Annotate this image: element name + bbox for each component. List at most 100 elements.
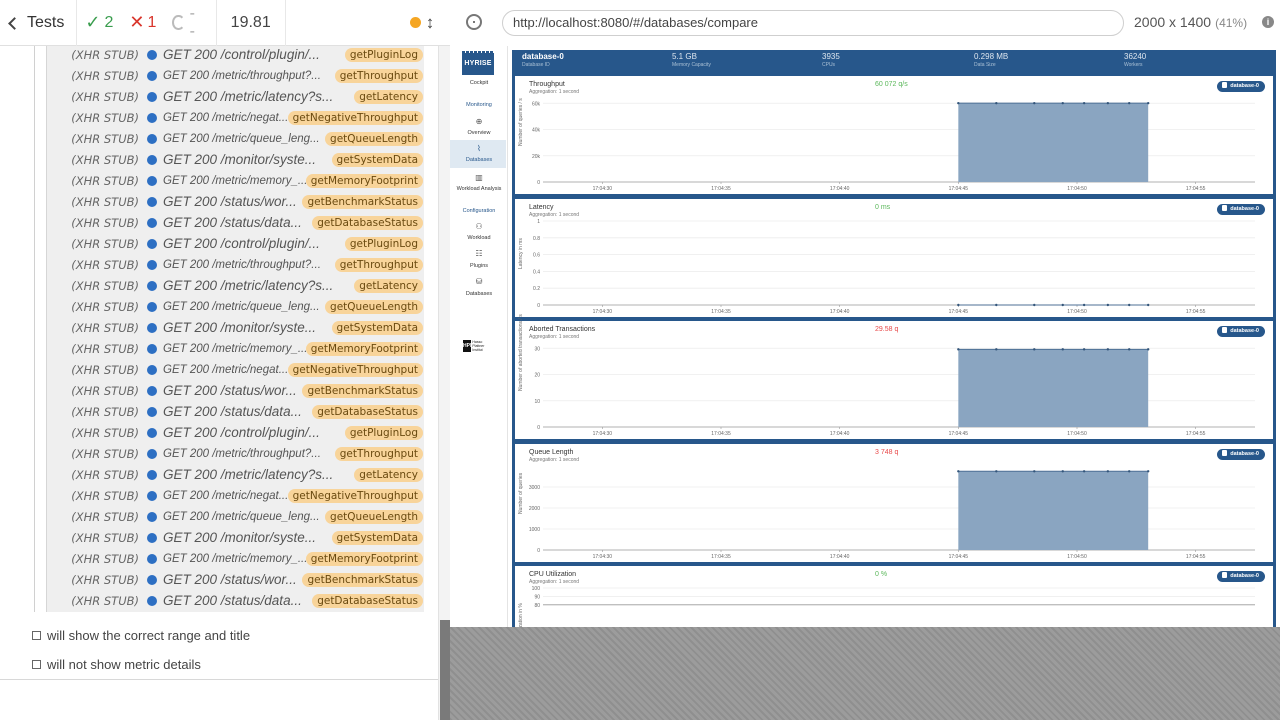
command-row[interactable]: (XHR STUB) GET 200 /metric/memory_... getM… (47, 338, 425, 359)
db-name: database-0 (522, 52, 564, 61)
xhr-stub-label: (XHR STUB) (71, 446, 139, 461)
command-row[interactable]: (XHR STUB) GET 200 /metric/negat... getNeg… (47, 359, 425, 380)
alias-badge[interactable]: getSystemData (331, 320, 423, 335)
alias-badge[interactable]: getLatency (354, 278, 423, 293)
alias-badge[interactable]: getNegativeThroughput (287, 110, 423, 125)
alias-badge[interactable]: getLatency (354, 467, 423, 482)
command-row[interactable]: (XHR STUB) GET 200 /metric/memory_... getM… (47, 170, 425, 191)
alias-badge[interactable]: getPluginLog (344, 425, 423, 440)
url-field[interactable]: http://localhost:8080/#/databases/compar… (502, 10, 1124, 36)
xhr-stub-label: (XHR STUB) (71, 488, 139, 503)
nav-overview[interactable]: Overview (450, 130, 508, 136)
command-row[interactable]: (XHR STUB) GET 200 /status/wor... getBench… (47, 380, 425, 401)
runner-scroll-area[interactable]: (XHR STUB) GET 200 /control/plugin/... get… (0, 0, 438, 720)
command-row[interactable]: (XHR STUB) GET 200 /metric/queue_leng... g… (47, 296, 425, 317)
command-row[interactable]: (XHR STUB) GET 200 /control/plugin/... get… (47, 233, 425, 254)
nav-workload[interactable]: Workload (450, 235, 508, 241)
request-message: GET 200 /metric/latency?s... (163, 89, 334, 104)
xhr-stub-label: (XHR STUB) (71, 320, 139, 335)
command-row[interactable]: (XHR STUB) GET 200 /metric/latency?s... ge… (47, 275, 425, 296)
alias-badge[interactable]: getPluginLog (344, 236, 423, 251)
xhr-stub-label: (XHR STUB) (71, 47, 139, 62)
db-memory-label: Memory Capacity (672, 62, 711, 68)
data-point (1061, 303, 1064, 306)
alias-badge[interactable]: getSystemData (331, 530, 423, 545)
command-row[interactable]: (XHR STUB) GET 200 /monitor/syste... getSy… (47, 317, 425, 338)
app-under-test-panel: http://localhost:8080/#/databases/compar… (450, 0, 1280, 720)
command-row[interactable]: (XHR STUB) GET 200 /metric/latency?s... ge… (47, 86, 425, 107)
runner-stats-bar: Tests ✓ 2 ✕ 1 -- 19.81 ↕ (0, 0, 477, 46)
hyrise-logo[interactable]: HYRISE (462, 53, 494, 75)
alias-badge[interactable]: getSystemData (331, 152, 423, 167)
xhr-stub-label: (XHR STUB) (71, 173, 139, 188)
scrollbar-thumb[interactable] (440, 620, 450, 720)
alias-badge[interactable]: getMemoryFootprint (305, 341, 423, 356)
alias-badge[interactable]: getBenchmarkStatus (302, 572, 423, 587)
command-row[interactable]: (XHR STUB) GET 200 /monitor/syste... getSy… (47, 149, 425, 170)
command-row[interactable]: (XHR STUB) GET 200 /metric/latency?s... ge… (47, 464, 425, 485)
command-row[interactable]: (XHR STUB) GET 200 /status/wor... getBench… (47, 569, 425, 590)
command-row[interactable]: (XHR STUB) GET 200 /status/data... getData… (47, 212, 425, 233)
chart-icon: ⌇ (477, 144, 481, 153)
alias-badge[interactable]: getNegativeThroughput (287, 488, 423, 503)
alias-badge[interactable]: getThroughput (334, 257, 423, 272)
alias-badge[interactable]: getPluginLog (344, 47, 423, 62)
nav-workload-analysis[interactable]: Workload Analysis (450, 186, 508, 192)
alias-badge[interactable]: getDatabaseStatus (312, 593, 423, 608)
alias-badge[interactable]: getMemoryFootprint (305, 173, 423, 188)
alias-badge[interactable]: getThroughput (334, 446, 423, 461)
command-row[interactable]: (XHR STUB) GET 200 /status/data... getData… (47, 401, 425, 422)
x-tick-label: 17:04:45 (949, 309, 969, 315)
runner-scrollbar[interactable] (438, 0, 450, 720)
xhr-stub-label: (XHR STUB) (71, 131, 139, 146)
command-row[interactable]: (XHR STUB) GET 200 /metric/throughput?...… (47, 65, 425, 86)
command-row[interactable]: (XHR STUB) GET 200 /metric/negat... getNeg… (47, 107, 425, 128)
alias-badge[interactable]: getMemoryFootprint (305, 551, 423, 566)
command-row[interactable]: (XHR STUB) GET 200 /monitor/syste... getSy… (47, 527, 425, 548)
command-row[interactable]: (XHR STUB) GET 200 /status/wor... getBench… (47, 191, 425, 212)
tests-back-button[interactable]: Tests (0, 0, 78, 46)
nav-databases[interactable]: Databases (450, 157, 508, 163)
alias-badge[interactable]: getThroughput (334, 68, 423, 83)
command-row[interactable]: (XHR STUB) GET 200 /metric/queue_leng... g… (47, 128, 425, 149)
y-tick-label: 20k (532, 154, 541, 160)
metric-chart: 0 10 20 30 17:04:30 17:04:35 17:04:40 17:04:45 1… (534, 346, 1255, 437)
command-row[interactable]: (XHR STUB) GET 200 /metric/throughput?...… (47, 254, 425, 275)
alias-badge[interactable]: getDatabaseStatus (312, 215, 423, 230)
xhr-stub-label: (XHR STUB) (71, 299, 139, 314)
alias-badge[interactable]: getNegativeThroughput (287, 362, 423, 377)
command-row[interactable]: (XHR STUB) GET 200 /status/data... getData… (47, 590, 425, 611)
y-tick-label: 1 (537, 219, 540, 225)
y-tick-label: 0 (537, 303, 540, 309)
request-message: GET 200 /status/wor... (163, 572, 297, 587)
data-point (1082, 101, 1086, 105)
command-row[interactable]: (XHR STUB) GET 200 /metric/negat... getNeg… (47, 485, 425, 506)
command-row[interactable]: (XHR STUB) GET 200 /control/plugin/... get… (47, 44, 425, 65)
y-tick-label: 2000 (529, 506, 540, 512)
x-tick-label: 17:04:55 (1186, 309, 1206, 315)
x-tick-label: 17:04:50 (1067, 309, 1087, 315)
command-row[interactable]: (XHR STUB) GET 200 /control/plugin/... get… (47, 422, 425, 443)
command-row[interactable]: (XHR STUB) GET 200 /metric/queue_leng... g… (47, 506, 425, 527)
alias-badge[interactable]: getQueueLength (325, 299, 423, 314)
info-icon[interactable]: i (1262, 16, 1274, 28)
x-tick-label: 17:04:45 (949, 186, 969, 192)
test-item-pending[interactable]: will not show metric details (32, 657, 201, 672)
alias-badge[interactable]: getDatabaseStatus (312, 404, 423, 419)
crosshair-icon[interactable] (466, 14, 482, 30)
nav-plugins[interactable]: Plugins (450, 263, 508, 269)
data-point (1128, 303, 1131, 306)
alias-badge[interactable]: getBenchmarkStatus (302, 194, 423, 209)
pending-value: -- (189, 4, 195, 40)
auto-scroll-icon[interactable]: ↕ (426, 13, 435, 33)
alias-badge[interactable]: getQueueLength (325, 509, 423, 524)
alias-badge[interactable]: getLatency (354, 89, 423, 104)
command-row[interactable]: (XHR STUB) GET 200 /metric/throughput?...… (47, 443, 425, 464)
alias-badge[interactable]: getQueueLength (325, 131, 423, 146)
x-tick-label: 17:04:35 (711, 431, 731, 437)
test-item-pending[interactable]: will show the correct range and title (32, 628, 250, 643)
command-row[interactable]: (XHR STUB) GET 200 /metric/memory_... getM… (47, 548, 425, 569)
alias-badge[interactable]: getBenchmarkStatus (302, 383, 423, 398)
x-tick-label: 17:04:40 (830, 554, 850, 560)
nav-databases-config[interactable]: Databases (450, 291, 508, 297)
